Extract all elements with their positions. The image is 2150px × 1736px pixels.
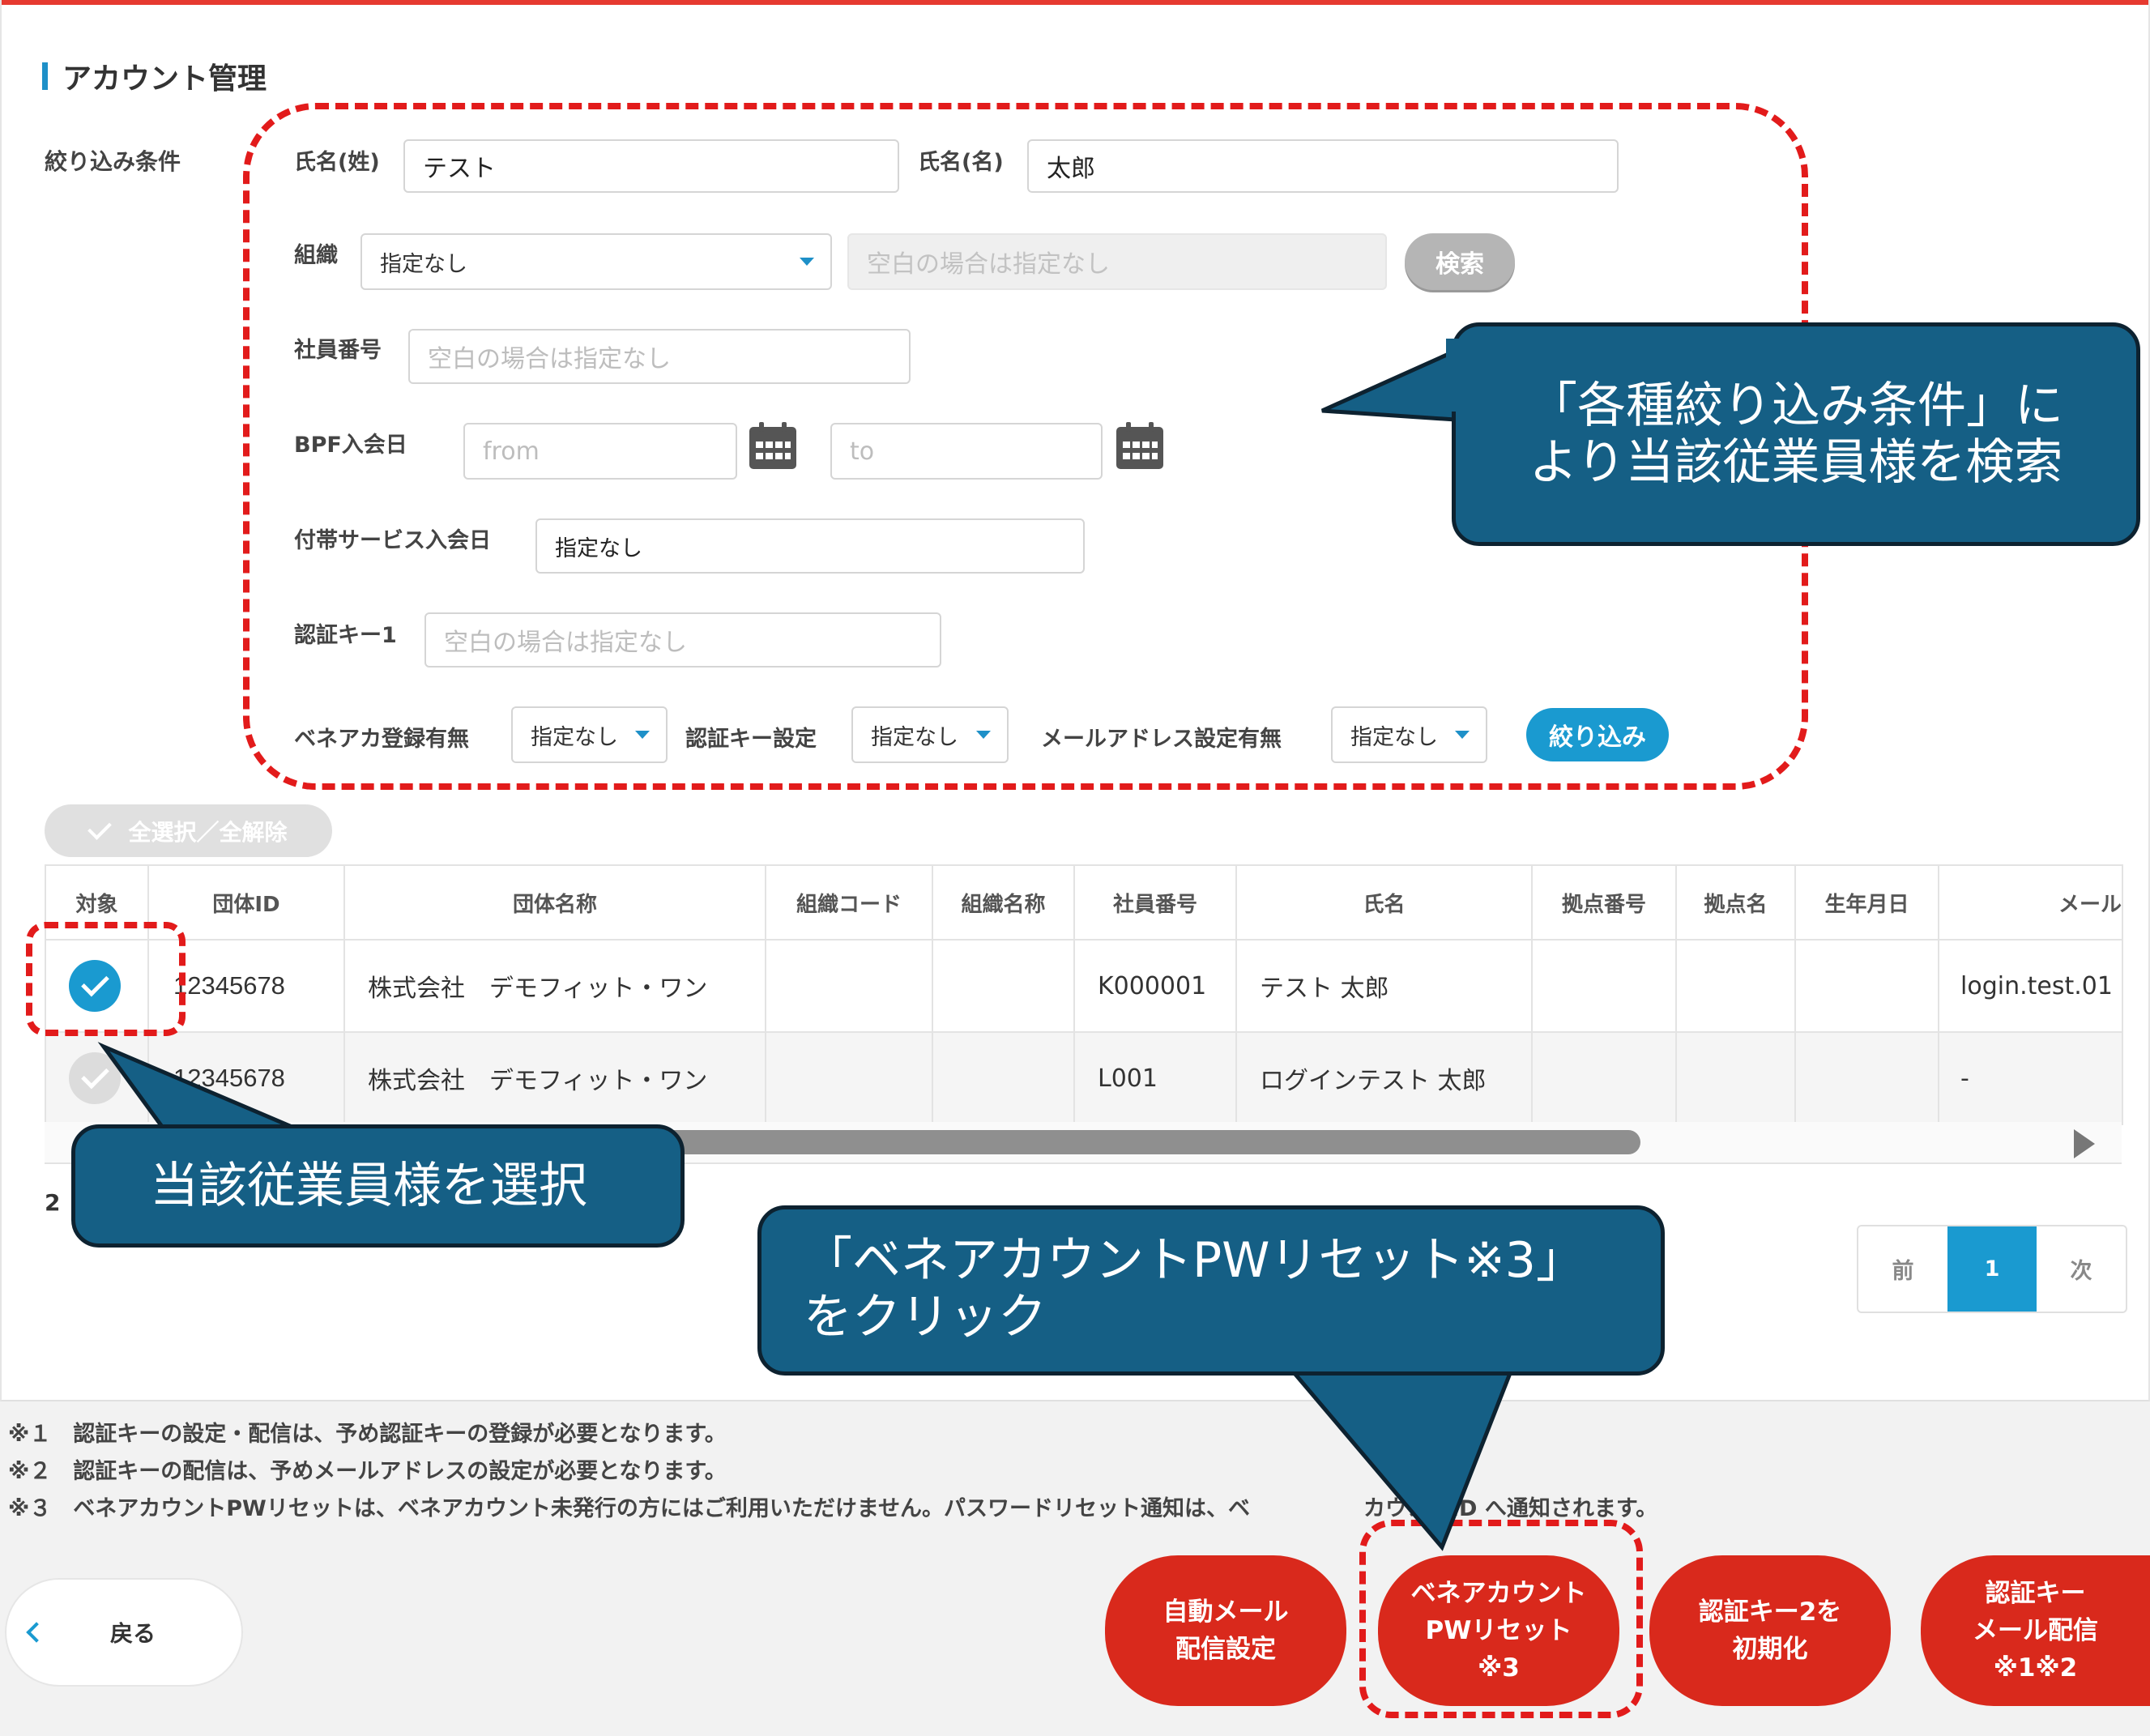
callout-tail-click (1279, 1359, 1518, 1551)
col-emp-no[interactable]: 社員番号 (1073, 864, 1237, 941)
callout-click: 「ベネアカウントPWリセット※3」 をクリック (757, 1205, 1665, 1376)
cell-org-name (932, 939, 1075, 1033)
back-label: 戻る (110, 1620, 156, 1647)
key-mail-line1: 認証キー (1985, 1579, 2086, 1608)
cell-group-name: 株式会社 デモフィット・ワン (343, 939, 766, 1033)
col-birth[interactable]: 生年月日 (1794, 864, 1939, 941)
col-mail[interactable]: メール (1938, 864, 2123, 941)
auto-mail-line2: 配信設定 (1175, 1635, 1276, 1664)
callout-click-line2: をクリック (804, 1289, 1047, 1346)
cell-emp-no: K000001 (1073, 939, 1237, 1033)
chevron-left-icon (26, 1622, 47, 1643)
cell-org-code (765, 1031, 933, 1125)
col-site-no[interactable]: 拠点番号 (1531, 864, 1677, 941)
auto-mail-setting-button[interactable]: 自動メール 配信設定 (1105, 1555, 1346, 1706)
init-key2-line1: 認証キー2を (1698, 1597, 1842, 1627)
table-row[interactable]: 12345678 株式会社 デモフィット・ワン K000001 テスト 太郎 l… (45, 939, 2123, 1033)
pager-prev[interactable]: 前 (1858, 1226, 1947, 1312)
callout-click-line1: 「ベネアカウントPWリセット※3」 (804, 1232, 1585, 1289)
result-count: 2 (45, 1189, 61, 1216)
cell-mail: login.test.01 (1938, 939, 2123, 1033)
init-key2-line2: 初期化 (1732, 1635, 1808, 1664)
col-org-name[interactable]: 組織名称 (932, 864, 1075, 941)
select-all-label: 全選択／全解除 (128, 818, 288, 846)
auto-mail-line1: 自動メール (1162, 1597, 1289, 1627)
checkbox-highlight-box (26, 922, 186, 1036)
authkey-mail-button[interactable]: 認証キー メール配信 ※1※2 (1921, 1555, 2150, 1706)
cell-site-name (1675, 1031, 1796, 1125)
scroll-right-icon[interactable] (2074, 1129, 2095, 1158)
cell-emp-no: L001 (1073, 1031, 1237, 1125)
cell-site-no (1531, 1031, 1677, 1125)
callout-select: 当該従業員様を選択 (71, 1124, 685, 1248)
back-button[interactable]: 戻る (6, 1580, 241, 1685)
cell-birth (1794, 939, 1939, 1033)
callout-search-line1: 「各種絞り込み条件」に (1529, 377, 2063, 434)
key-mail-line2: メール配信 (1973, 1616, 2098, 1645)
filter-heading: 絞り込み条件 (45, 148, 181, 175)
cell-org-code (765, 939, 933, 1033)
callout-search: 「各種絞り込み条件」に より当該従業員様を検索 (1452, 322, 2140, 546)
cell-org-name (932, 1031, 1075, 1125)
cell-birth (1794, 1031, 1939, 1125)
pager-next[interactable]: 次 (2037, 1226, 2126, 1312)
col-name[interactable]: 氏名 (1235, 864, 1533, 941)
cell-name: テスト 太郎 (1235, 939, 1533, 1033)
callout-tail-join (1446, 339, 1461, 412)
callout-search-line2: より当該従業員様を検索 (1529, 434, 2063, 491)
col-group-name[interactable]: 団体名称 (343, 864, 766, 941)
cell-mail: - (1938, 1031, 2123, 1125)
note-1: ※１ 認証キーの設定・配信は、予め認証キーの登録が必要となります。 (8, 1422, 727, 1447)
cell-name: ログインテスト 太郎 (1235, 1031, 1533, 1125)
title-bar (42, 62, 48, 90)
col-site-name[interactable]: 拠点名 (1675, 864, 1796, 941)
note-3-part1: ※３ ベネアカウントPWリセットは、ベネアカウント未発行の方にはご利用いただけま… (8, 1496, 1251, 1521)
page-title-text: アカウント管理 (62, 62, 267, 96)
cell-site-name (1675, 939, 1796, 1033)
cell-site-no (1531, 939, 1677, 1033)
check-icon (87, 815, 113, 840)
pagination: 前 1 次 (1857, 1225, 2127, 1313)
pager-current[interactable]: 1 (1947, 1226, 2037, 1312)
key-mail-line3: ※1※2 (1993, 1653, 2078, 1683)
select-all-button[interactable]: 全選択／全解除 (45, 804, 332, 857)
init-authkey2-button[interactable]: 認証キー2を 初期化 (1649, 1555, 1891, 1706)
col-org-code[interactable]: 組織コード (765, 864, 933, 941)
table-header-row: 対象 団体ID 団体名称 組織コード 組織名称 社員番号 氏名 拠点番号 拠点名… (45, 864, 2123, 941)
note-2: ※２ 認証キーの配信は、予めメールアドレスの設定が必要となります。 (8, 1459, 727, 1484)
cell-group-name: 株式会社 デモフィット・ワン (343, 1031, 766, 1125)
page-title: アカウント管理 (42, 55, 267, 97)
